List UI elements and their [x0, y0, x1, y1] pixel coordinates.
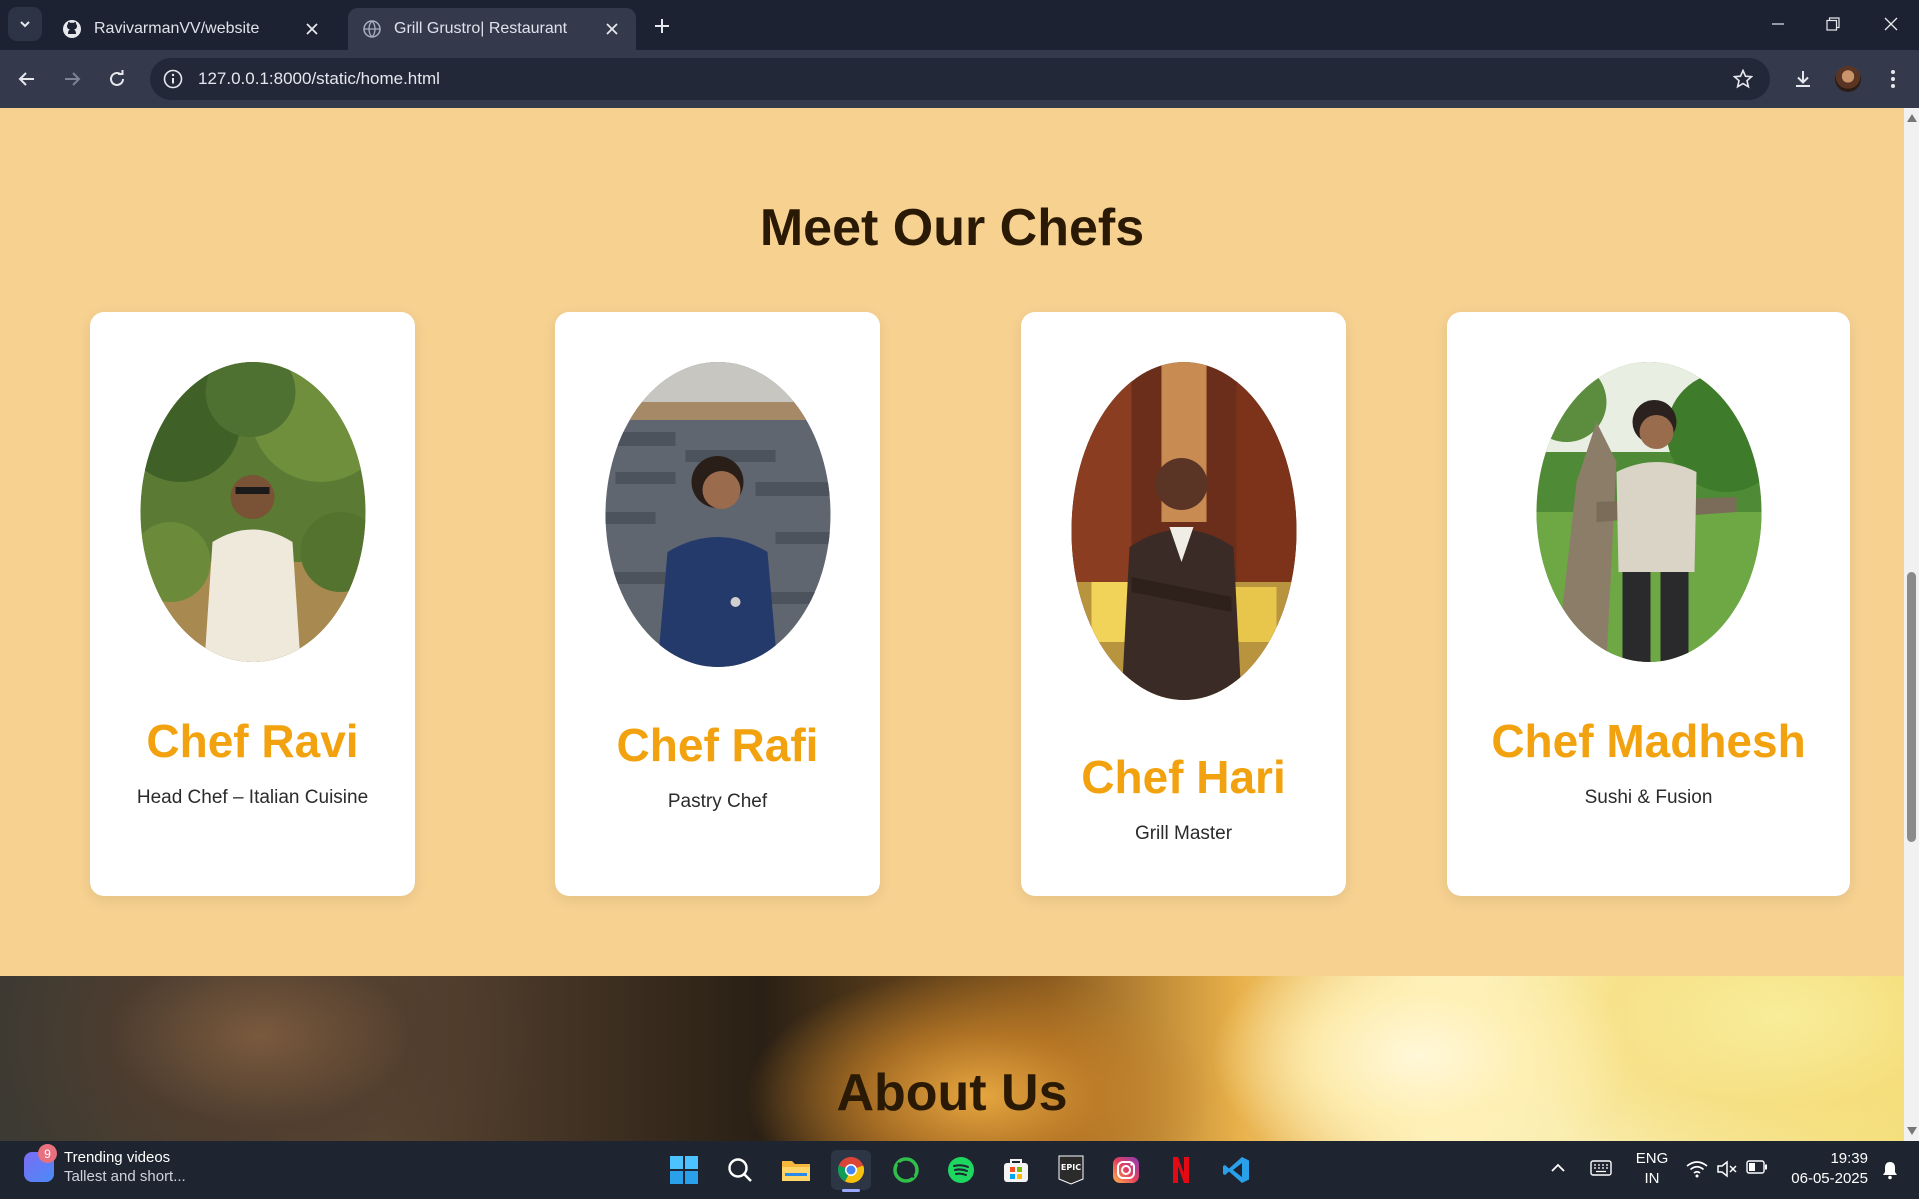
window-close-button[interactable] — [1868, 8, 1914, 40]
store-icon[interactable] — [996, 1150, 1036, 1190]
chef-name: Chef Ravi — [146, 715, 359, 767]
reload-button[interactable] — [101, 63, 133, 95]
close-icon[interactable] — [302, 19, 322, 39]
minimize-icon — [1772, 23, 1784, 25]
language-region: IN — [1644, 1170, 1660, 1187]
url-text[interactable]: 127.0.0.1:8000/static/home.html — [198, 69, 1730, 89]
chef-card: Chef Rafi Pastry Chef — [555, 312, 880, 896]
avatar — [1835, 66, 1861, 92]
page-scrollbar[interactable] — [1904, 108, 1919, 1141]
file-explorer-icon[interactable] — [776, 1150, 816, 1190]
browser-tab-strip: RavivarmanVV/website Grill Grustro| Rest… — [0, 0, 1919, 50]
scrollbar-thumb[interactable] — [1907, 572, 1916, 842]
tab-github[interactable]: RavivarmanVV/website — [48, 8, 336, 50]
chef-role: Head Chef – Italian Cuisine — [136, 787, 369, 808]
chef-name: Chef Rafi — [616, 719, 819, 771]
profile-button[interactable] — [1832, 63, 1864, 95]
tab-title: Grill Grustro| Restaurant — [394, 20, 568, 37]
plus-icon — [655, 19, 669, 33]
tab-search-button[interactable] — [8, 7, 42, 41]
minimize-button[interactable] — [1755, 8, 1801, 40]
restore-icon — [1826, 17, 1840, 31]
tab-title: RavivarmanVV/website — [94, 20, 260, 37]
volume-muted-icon[interactable] — [1716, 1160, 1738, 1178]
chefs-heading: Meet Our Chefs — [759, 199, 1145, 257]
chef-card: Chef Madhesh Sushi & Fusion — [1447, 312, 1850, 896]
about-heading: About Us — [836, 1064, 1068, 1122]
arrow-left-icon — [18, 72, 34, 86]
netflix-icon[interactable] — [1161, 1150, 1201, 1190]
chef-name: Chef Madhesh — [1491, 715, 1806, 767]
spotify-icon[interactable] — [941, 1150, 981, 1190]
keyboard-icon[interactable] — [1590, 1160, 1612, 1176]
menu-button[interactable] — [1877, 63, 1909, 95]
language-code: ENG — [1635, 1150, 1669, 1167]
chef-card: Chef Ravi Head Chef – Italian Cuisine — [90, 312, 415, 896]
chef-role: Grill Master — [1134, 823, 1233, 844]
windows-start-icon[interactable] — [664, 1150, 704, 1190]
clock-date: 06-05-2025 — [1791, 1170, 1868, 1187]
system-clock[interactable]: 19:39 06-05-2025 — [1782, 1149, 1868, 1189]
restore-button[interactable] — [1810, 8, 1856, 40]
arrow-right-icon — [65, 72, 81, 86]
close-icon[interactable] — [602, 19, 622, 39]
widgets-button[interactable]: 9 Trending videos Tallest and short... — [24, 1144, 186, 1185]
active-app-indicator — [842, 1189, 860, 1192]
epic-games-icon[interactable]: EPIC — [1051, 1150, 1091, 1190]
input-language[interactable]: ENG IN — [1632, 1149, 1672, 1189]
chevron-down-icon — [20, 21, 30, 28]
chef-role: Sushi & Fusion — [1584, 787, 1713, 808]
vscode-icon[interactable] — [1216, 1150, 1256, 1190]
scroll-down-arrow-icon[interactable] — [1907, 1127, 1917, 1135]
show-hidden-icons-button[interactable] — [1550, 1160, 1566, 1176]
scroll-up-arrow-icon[interactable] — [1907, 114, 1917, 122]
wifi-icon[interactable] — [1686, 1160, 1708, 1178]
battery-icon[interactable] — [1746, 1160, 1768, 1174]
chef-role: Pastry Chef — [667, 791, 768, 812]
downloads-button[interactable] — [1787, 63, 1819, 95]
bookmark-star-icon[interactable] — [1730, 66, 1756, 92]
github-icon — [62, 19, 82, 39]
notification-badge: 9 — [38, 1144, 57, 1163]
clock-time: 19:39 — [1830, 1150, 1868, 1167]
chef-name: Chef Hari — [1081, 751, 1286, 803]
back-button[interactable] — [11, 63, 43, 95]
tab-restaurant[interactable]: Grill Grustro| Restaurant — [348, 8, 636, 50]
notifications-icon[interactable] — [1880, 1160, 1900, 1180]
forward-button[interactable] — [56, 63, 88, 95]
widgets-icon: 9 — [24, 1144, 57, 1182]
instagram-icon[interactable] — [1106, 1150, 1146, 1190]
address-bar[interactable]: 127.0.0.1:8000/static/home.html — [150, 58, 1770, 100]
new-tab-button[interactable] — [648, 12, 676, 40]
chef-photo — [1071, 362, 1296, 700]
more-vertical-icon — [1891, 70, 1895, 88]
chrome-icon[interactable] — [831, 1150, 871, 1192]
chef-photo — [140, 362, 365, 662]
widget-subtitle: Tallest and short... — [64, 1168, 186, 1185]
widget-title: Trending videos — [64, 1149, 171, 1166]
xbox-icon[interactable] — [886, 1150, 926, 1190]
chef-photo — [605, 362, 830, 667]
reload-icon — [110, 70, 124, 86]
search-icon[interactable] — [720, 1150, 760, 1190]
site-info-icon[interactable] — [162, 68, 184, 90]
chevron-up-icon — [1551, 1163, 1565, 1172]
chef-card: Chef Hari Grill Master — [1021, 312, 1346, 896]
download-icon — [1796, 71, 1810, 87]
close-icon — [1884, 17, 1898, 31]
globe-icon — [362, 19, 382, 39]
browser-toolbar: 127.0.0.1:8000/static/home.html — [0, 50, 1919, 108]
chef-photo — [1536, 362, 1761, 662]
page-viewport: Meet Our Chefs Chef Ravi Head Chef – Ita… — [0, 108, 1904, 1141]
svg-text:EPIC: EPIC — [1061, 1163, 1081, 1172]
